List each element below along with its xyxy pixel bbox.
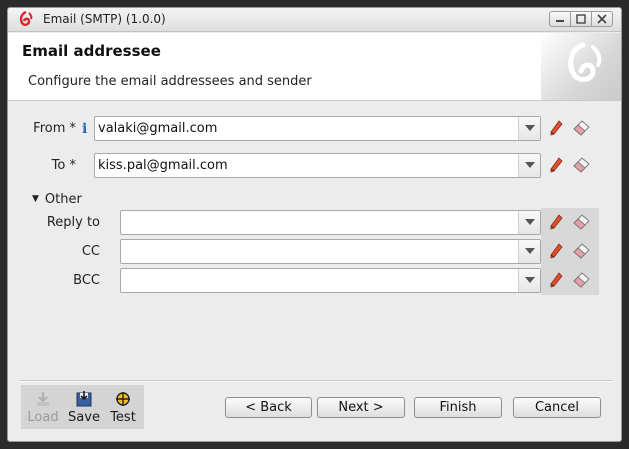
page-title: Email addressee xyxy=(22,42,161,60)
settings-toolbox: Load Save Test xyxy=(21,385,144,429)
eraser-icon[interactable] xyxy=(572,214,590,230)
to-combo[interactable]: kiss.pal@gmail.com xyxy=(94,153,541,178)
header-banner: Email addressee Configure the email addr… xyxy=(8,33,621,101)
chevron-down-icon[interactable] xyxy=(518,269,540,292)
app-logo-icon xyxy=(17,10,35,28)
other-section-toggle[interactable]: ▼ Other xyxy=(32,192,82,207)
from-value: valaki@gmail.com xyxy=(98,121,218,136)
from-actions xyxy=(541,114,599,143)
from-label: From * xyxy=(33,121,76,136)
info-icon[interactable]: i xyxy=(82,121,87,137)
eraser-icon[interactable] xyxy=(572,272,590,288)
save-label: Save xyxy=(68,410,100,425)
chevron-down-icon[interactable] xyxy=(518,154,540,177)
load-button[interactable]: Load xyxy=(23,385,63,429)
to-label: To * xyxy=(51,158,76,173)
triangle-down-icon: ▼ xyxy=(32,194,39,204)
chevron-down-icon[interactable] xyxy=(518,211,540,234)
to-actions xyxy=(541,151,599,180)
page-subtitle: Configure the email addressees and sende… xyxy=(28,74,312,89)
eraser-icon[interactable] xyxy=(572,243,590,259)
footer-separator xyxy=(20,380,612,382)
to-value: kiss.pal@gmail.com xyxy=(98,158,228,173)
chevron-down-icon[interactable] xyxy=(518,117,540,140)
dialog-window: Email (SMTP) (1.0.0) Email addressee Con… xyxy=(7,7,622,442)
save-button[interactable]: Save xyxy=(64,385,104,429)
test-label: Test xyxy=(110,410,136,425)
back-button[interactable]: < Back xyxy=(225,397,312,418)
finish-button[interactable]: Finish xyxy=(414,397,502,418)
test-icon xyxy=(116,392,130,406)
edit-pencil-icon[interactable] xyxy=(549,243,563,259)
window-title: Email (SMTP) (1.0.0) xyxy=(43,12,166,26)
edit-pencil-icon[interactable] xyxy=(549,120,563,136)
edit-pencil-icon[interactable] xyxy=(549,157,563,173)
other-label: Other xyxy=(44,192,82,207)
eraser-icon[interactable] xyxy=(572,157,590,173)
title-bar[interactable]: Email (SMTP) (1.0.0) xyxy=(8,8,621,32)
bcc-actions xyxy=(541,266,599,295)
cc-label: CC xyxy=(81,244,100,259)
save-icon xyxy=(76,391,92,407)
reply-to-actions xyxy=(541,208,599,237)
next-button[interactable]: Next > xyxy=(317,397,405,418)
reply-to-label: Reply to xyxy=(46,215,100,230)
eraser-icon[interactable] xyxy=(572,120,590,136)
load-label: Load xyxy=(27,410,59,425)
test-button[interactable]: Test xyxy=(103,385,143,429)
bcc-combo[interactable] xyxy=(120,268,541,293)
cc-combo[interactable] xyxy=(120,239,541,264)
from-combo[interactable]: valaki@gmail.com xyxy=(94,116,541,141)
cc-actions xyxy=(541,237,599,266)
minimize-icon[interactable] xyxy=(549,11,571,27)
bcc-label: BCC xyxy=(73,273,100,288)
reply-to-combo[interactable] xyxy=(120,210,541,235)
app-logo-watermark-icon xyxy=(541,33,621,100)
chevron-down-icon[interactable] xyxy=(518,240,540,263)
load-icon xyxy=(37,392,49,406)
cancel-button[interactable]: Cancel xyxy=(513,397,601,418)
maximize-icon[interactable] xyxy=(570,11,592,27)
edit-pencil-icon[interactable] xyxy=(549,272,563,288)
close-icon[interactable] xyxy=(591,11,613,27)
edit-pencil-icon[interactable] xyxy=(549,214,563,230)
